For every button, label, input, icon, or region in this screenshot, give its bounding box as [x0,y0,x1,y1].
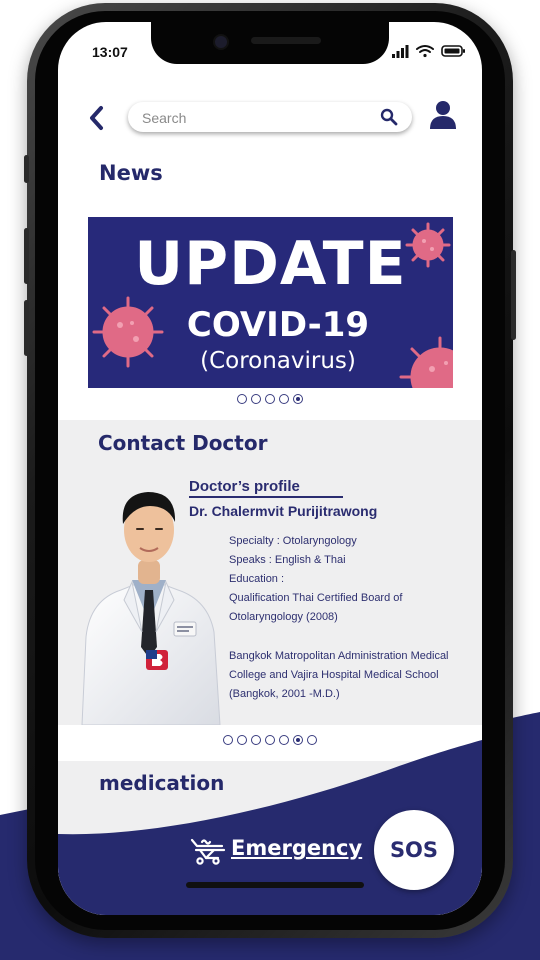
emergency-wave [58,740,482,915]
phone-power-button [511,250,516,340]
phone-volume-down [24,300,29,356]
stretcher-icon [190,838,226,865]
phone-volume-up [24,228,29,284]
app-screen: 13:07 Search News UPDATE COVID-19 (Coron… [58,22,482,915]
sos-button[interactable]: SOS [374,810,454,890]
emergency-label[interactable]: Emergency [231,836,362,860]
phone-silent-switch [24,155,29,183]
home-indicator[interactable] [186,882,364,888]
